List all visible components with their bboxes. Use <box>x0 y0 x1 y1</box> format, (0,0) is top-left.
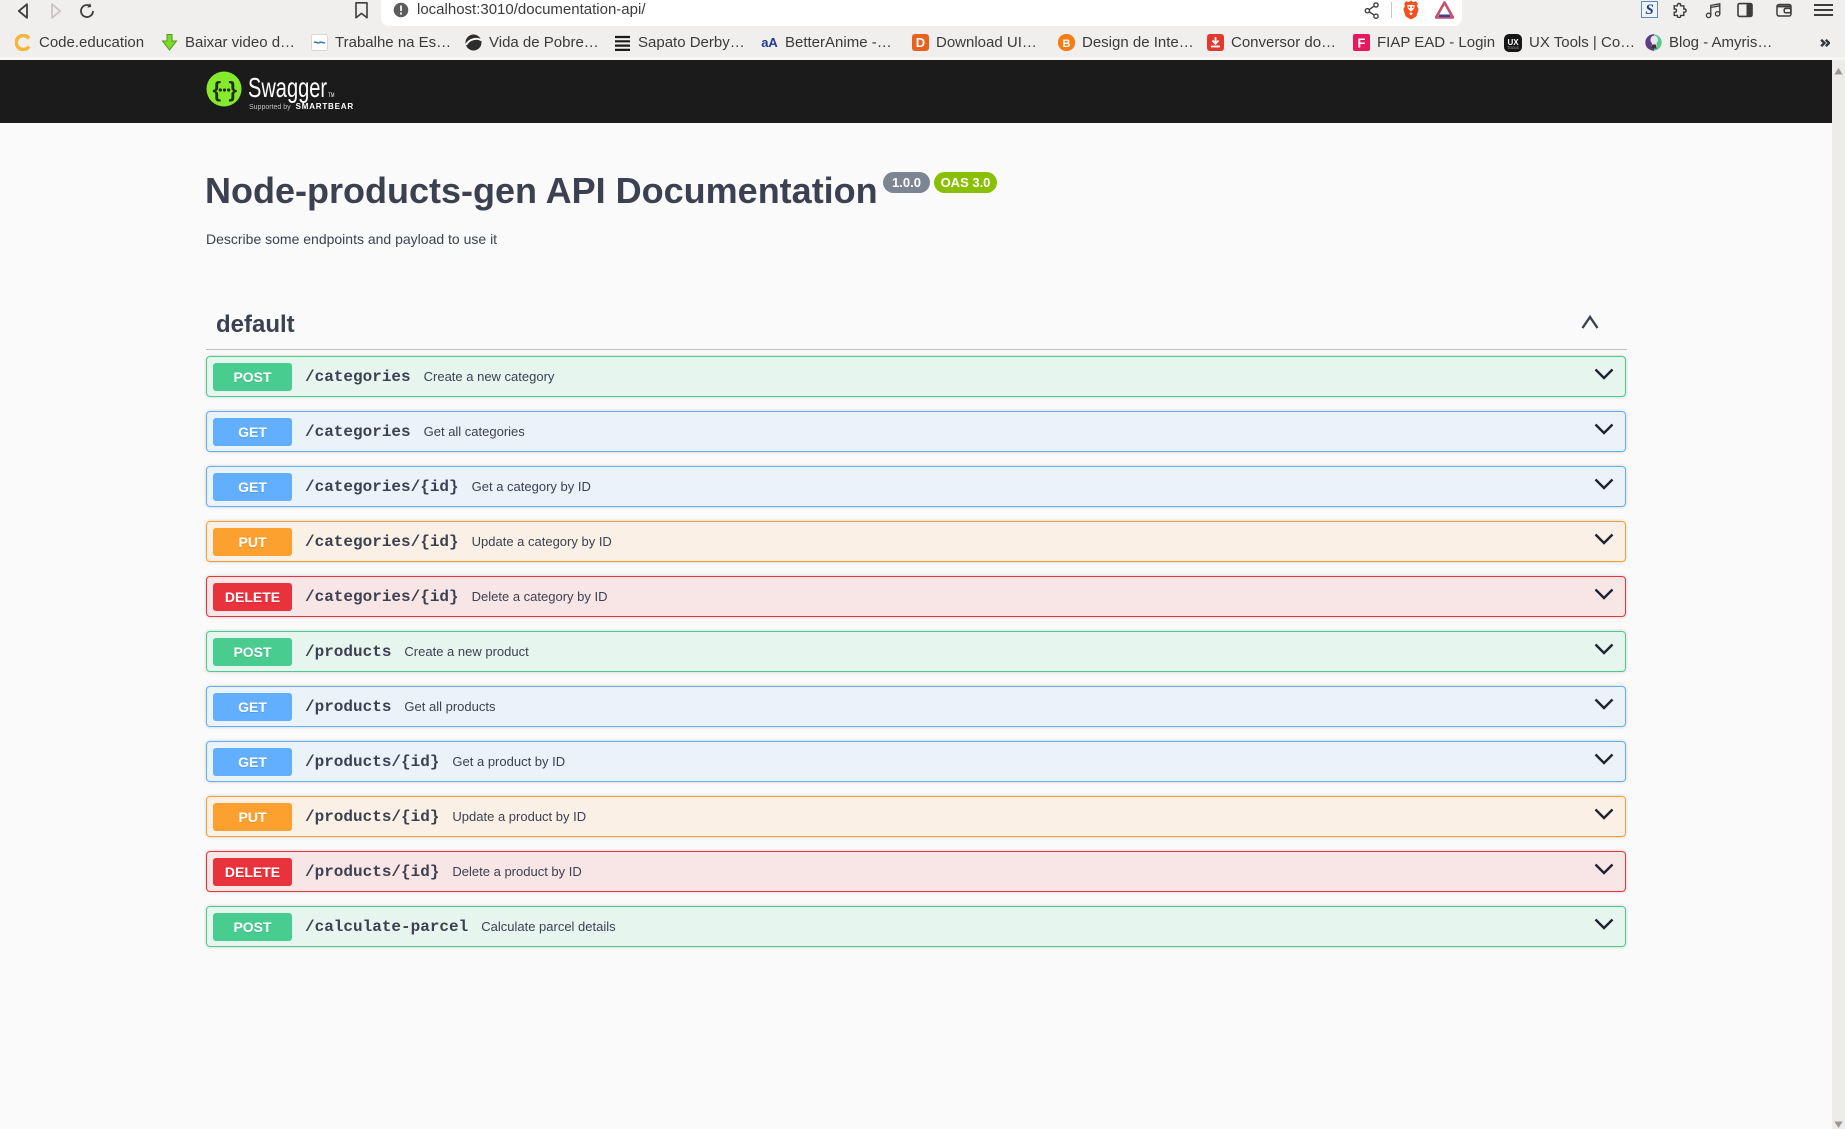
svg-text:F: F <box>1358 36 1366 51</box>
svg-text:D: D <box>916 35 925 50</box>
svg-text:S: S <box>1645 2 1653 18</box>
svg-text:}: } <box>229 77 238 102</box>
svg-text:B: B <box>1063 38 1071 50</box>
svg-text:TOOLS: TOOLS <box>1507 46 1519 50</box>
